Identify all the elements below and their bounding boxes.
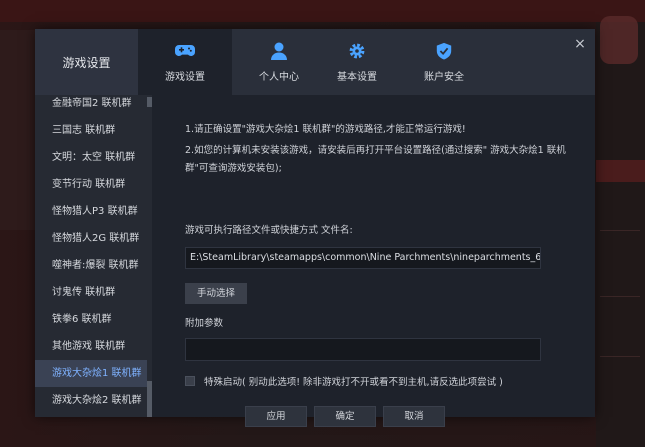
background-left-nav <box>0 30 36 230</box>
apply-button[interactable]: 应用 <box>245 406 307 427</box>
sidebar-item[interactable]: 噬神者:爆裂 联机群 <box>35 252 147 279</box>
dialog-title: 游戏设置 <box>35 29 138 95</box>
background-topbar <box>0 0 645 22</box>
background-divider <box>600 296 640 297</box>
sidebar-item[interactable]: 变节行动 联机群 <box>35 171 147 198</box>
tab-label: 基本设置 <box>337 71 377 83</box>
tab-basic-settings[interactable]: 基本设置 <box>310 29 404 95</box>
ok-button[interactable]: 确定 <box>314 406 376 427</box>
notice-line-2: 2.如您的计算机未安装该游戏，请安装后再打开平台设置路径(通过搜索" 游戏大杂烩… <box>185 145 566 156</box>
shield-check-icon <box>436 42 452 60</box>
sidebar-item[interactable]: 文明：太空 联机群 <box>35 144 147 171</box>
tab-label: 个人中心 <box>259 71 299 83</box>
sidebar-item[interactable]: 怪物猎人P3 联机群 <box>35 198 147 225</box>
sidebar-item[interactable]: 怪物猎人2G 联机群 <box>35 225 147 252</box>
user-icon <box>271 42 287 60</box>
background-right-highlight <box>596 160 645 182</box>
notice-line-1: 1.请正确设置"游戏大杂烩1 联机群"的游戏路径,才能正常运行游戏! <box>185 124 466 135</box>
gear-icon <box>349 43 365 58</box>
background-right-column <box>596 22 645 447</box>
game-path-input[interactable]: E:\SteamLibrary\steamapps\common\Nine Pa… <box>185 247 541 269</box>
tab-game-settings[interactable]: 游戏设置 <box>138 29 232 95</box>
background-divider <box>600 356 640 357</box>
background-divider <box>600 230 640 231</box>
game-settings-dialog: 游戏设置 游戏设置 个人中心 基本设置 账户安全 × 金融帝国2 联机群 三国志… <box>35 29 595 427</box>
extra-args-input[interactable] <box>185 338 541 361</box>
tab-label: 账户安全 <box>424 71 464 83</box>
settings-content: 1.请正确设置"游戏大杂烩1 联机群"的游戏路径,才能正常运行游戏! 2.如您的… <box>152 95 595 427</box>
tab-label: 游戏设置 <box>165 71 205 83</box>
game-group-sidebar: 金融帝国2 联机群 三国志 联机群 文明：太空 联机群 变节行动 联机群 怪物猎… <box>35 95 152 417</box>
sidebar-item[interactable]: 讨鬼传 联机群 <box>35 279 147 306</box>
sidebar-item[interactable]: 游戏大杂烩2 联机群 <box>35 387 147 414</box>
close-icon[interactable]: × <box>573 37 587 51</box>
notice-line-2-cont: 群"可查询游戏安装包); <box>185 163 282 174</box>
sidebar-item[interactable]: 铁拳6 联机群 <box>35 306 147 333</box>
sidebar-item[interactable]: 其他游戏 联机群 <box>35 333 147 360</box>
cancel-button[interactable]: 取消 <box>383 406 445 427</box>
manual-select-button[interactable]: 手动选择 <box>185 283 247 304</box>
path-label: 游戏可执行路径文件或快捷方式 文件名: <box>185 225 353 236</box>
special-launch-label: 特殊启动( 别动此选项! 除非游戏打不开或看不到主机,请反选此项尝试 ) <box>204 377 503 388</box>
gamepad-icon <box>175 44 195 56</box>
sidebar-item[interactable]: 金融帝国2 联机群 <box>35 95 147 117</box>
sidebar-item[interactable]: 三国志 联机群 <box>35 117 147 144</box>
sidebar-item-active[interactable]: 游戏大杂烩1 联机群 <box>35 360 147 387</box>
tab-account-security[interactable]: 账户安全 <box>397 29 491 95</box>
mascot-image <box>600 16 638 64</box>
special-launch-checkbox[interactable] <box>185 376 195 386</box>
args-label: 附加参数 <box>185 318 224 329</box>
